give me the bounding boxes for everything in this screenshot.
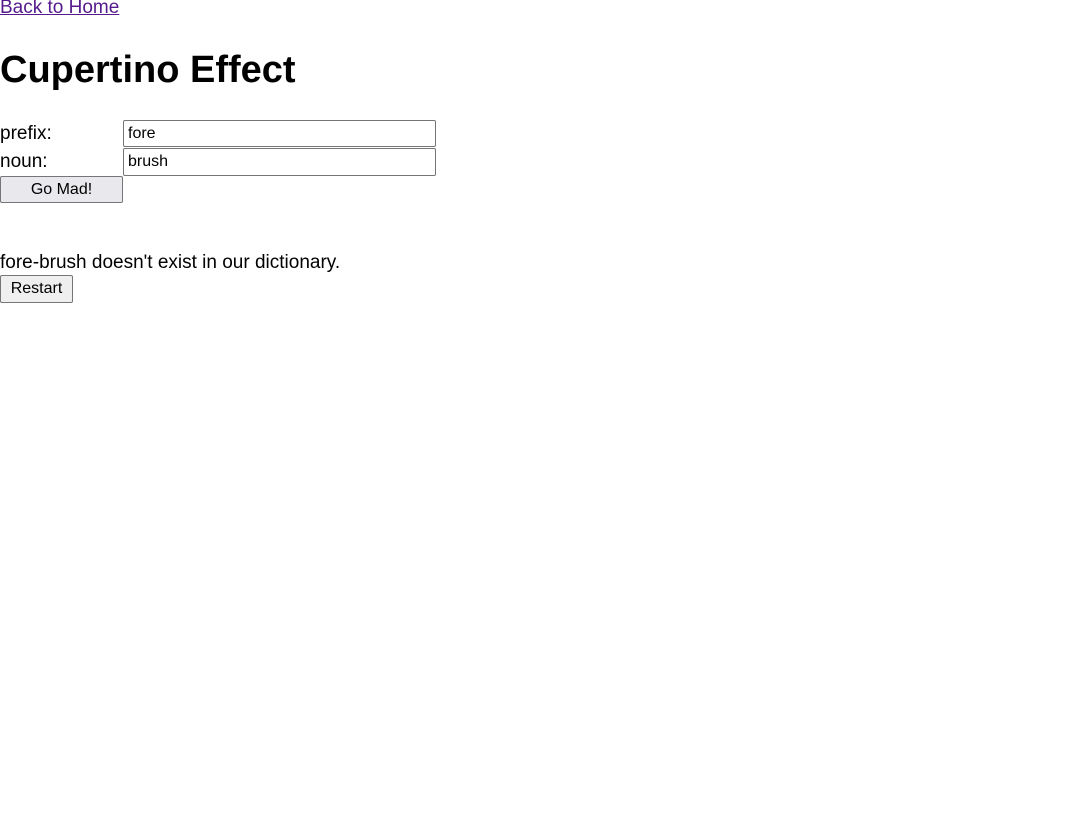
- page: Back to Home Cupertino Effect prefix: no…: [0, 0, 1067, 813]
- noun-input[interactable]: [123, 148, 436, 176]
- prefix-row: prefix:: [0, 120, 440, 148]
- result-message: fore-brush doesn't exist in our dictiona…: [0, 252, 341, 273]
- page-title: Cupertino Effect: [0, 49, 296, 91]
- noun-row: noun:: [0, 148, 440, 176]
- prefix-label: prefix:: [0, 123, 52, 144]
- noun-label: noun:: [0, 151, 48, 172]
- prefix-input[interactable]: [123, 120, 436, 147]
- restart-button[interactable]: Restart: [0, 275, 73, 303]
- back-to-home-link[interactable]: Back to Home: [0, 0, 119, 19]
- go-mad-button[interactable]: Go Mad!: [0, 176, 123, 203]
